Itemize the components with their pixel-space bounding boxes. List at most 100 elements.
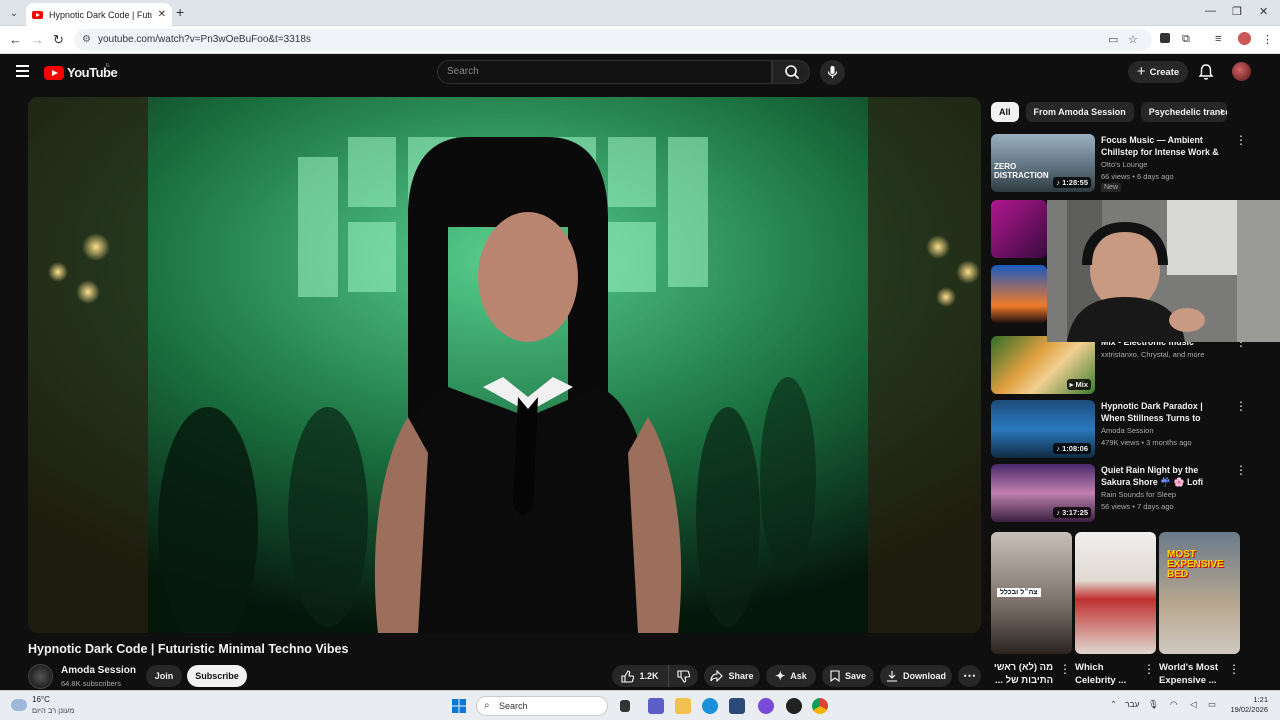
maximize-icon[interactable]: ❐ — [1232, 5, 1242, 18]
forward-icon[interactable]: → — [31, 32, 44, 47]
youtube-header: YouTube IL +Create — [0, 54, 1280, 92]
recommendation-item[interactable]: ZERO DISTRACTION ♪ 1:28:55 Focus Music —… — [991, 134, 1247, 194]
download-label: Download — [903, 671, 946, 681]
window-close-icon[interactable]: ✕ — [1259, 5, 1268, 18]
recommendation-channel: Amoda Session — [1101, 426, 1154, 435]
recommendation-thumbnail: ♪ 3:17:25 — [991, 464, 1095, 522]
short-thumbnail[interactable]: MOST EXPENSIVE BED — [1159, 532, 1240, 654]
edge-icon[interactable] — [702, 698, 718, 714]
file-explorer-icon[interactable] — [675, 698, 691, 714]
extension-icon[interactable] — [1160, 33, 1170, 43]
like-button[interactable]: 1.2K — [612, 665, 668, 687]
ask-button[interactable]: ✦ Ask — [766, 665, 816, 687]
weather-temperature[interactable]: 16°C — [32, 695, 50, 704]
more-options-icon[interactable]: ⋮ — [1059, 663, 1071, 675]
browser-menu-icon[interactable]: ⋮ — [1262, 33, 1273, 46]
more-options-icon[interactable]: ⋮ — [1235, 464, 1247, 476]
omnibox[interactable]: ⚙ youtube.com/watch?v=Pn3wOeBuFoo&t=3318… — [74, 29, 1152, 51]
recommendation-thumbnail: ZERO DISTRACTION ♪ 1:28:55 — [991, 134, 1095, 192]
search-button[interactable] — [772, 60, 810, 84]
filter-chips: All From Amoda Session Psychedelic tranc… — [991, 102, 1227, 122]
site-settings-icon[interactable]: ⚙ — [82, 34, 91, 45]
cast-icon[interactable]: ▭ — [1108, 33, 1118, 46]
battery-icon[interactable]: ▭ — [1208, 699, 1216, 710]
join-label: Join — [154, 671, 174, 681]
chip-from-channel[interactable]: From Amoda Session — [1025, 102, 1134, 122]
extensions-puzzle-icon[interactable]: ⧉ — [1182, 33, 1190, 46]
recommendation-item[interactable]: ♪ 1:08:06 Hypnotic Dark Paradox | When S… — [991, 400, 1247, 460]
chip-psychedelic-trance[interactable]: Psychedelic trance — [1140, 102, 1227, 122]
new-tab-button[interactable]: + — [176, 5, 184, 19]
taskbar-search[interactable]: ⌕ Search — [476, 696, 608, 716]
video-player[interactable] — [28, 97, 981, 633]
profile-avatar-icon[interactable] — [1238, 32, 1251, 45]
language-indicator[interactable]: עבר — [1125, 699, 1140, 709]
messenger-icon[interactable] — [758, 698, 774, 714]
subscribe-button[interactable]: Subscribe — [187, 665, 247, 687]
minimize-icon[interactable]: — — [1205, 5, 1216, 17]
hamburger-menu-icon[interactable] — [16, 65, 29, 77]
duration-badge: ♪ 1:08:06 — [1053, 443, 1091, 454]
recommendation-thumbnail — [991, 265, 1047, 323]
tray-chevron-icon[interactable]: ⌃ — [1110, 699, 1117, 710]
address-bar-row: ← → ↻ ⚙ youtube.com/watch?v=Pn3wOeBuFoo&… — [0, 26, 1280, 54]
speaker-icon[interactable]: ◁ — [1190, 699, 1197, 710]
teams-icon[interactable] — [648, 698, 664, 714]
bookmark-star-icon[interactable]: ☆ — [1128, 33, 1138, 46]
join-button[interactable]: Join — [146, 665, 182, 687]
recommendation-item[interactable]: ▸ Mix Mix - Electronic music xxtristanxo… — [991, 336, 1247, 396]
clock-time: 1:21 — [1253, 695, 1268, 704]
chevron-right-icon[interactable]: › — [1220, 104, 1224, 118]
back-icon[interactable]: ← — [9, 32, 22, 47]
video-title: Hypnotic Dark Code | Futuristic Minimal … — [28, 642, 349, 656]
recommendation-meta: 66 views • 6 days ago — [1101, 172, 1174, 181]
windows-start-icon[interactable] — [452, 699, 466, 713]
reload-icon[interactable]: ↻ — [53, 32, 64, 48]
search-icon — [785, 65, 800, 80]
short-thumbnail[interactable]: צה״ל ובכלל — [991, 532, 1072, 654]
save-button[interactable]: Save — [822, 665, 874, 687]
plus-icon: + — [1136, 63, 1146, 80]
tab-search-chevron-icon[interactable]: ⌄ — [5, 4, 23, 22]
more-options-icon[interactable]: ⋮ — [1235, 134, 1247, 146]
clock[interactable]: 1:21 19/02/2026 — [1226, 695, 1268, 715]
short-thumbnail[interactable] — [1075, 532, 1156, 654]
subscriber-count: 64.8K subscribers — [61, 679, 122, 688]
recommendation-thumbnail — [991, 200, 1047, 258]
more-options-icon[interactable]: ⋮ — [1235, 400, 1247, 412]
dislike-button[interactable] — [668, 665, 698, 687]
weather-cloud-icon[interactable] — [11, 699, 27, 711]
recommendation-item[interactable]: ♪ 3:17:25 Quiet Rain Night by the Sakura… — [991, 464, 1247, 524]
browser-tab[interactable]: Hypnotic Dark Code | Futuristic ✕ — [26, 3, 172, 26]
more-actions-icon[interactable]: ⋯ — [958, 665, 981, 687]
voice-search-button[interactable] — [820, 60, 845, 85]
duration-text: 1:28:55 — [1062, 178, 1088, 187]
save-label: Save — [844, 671, 867, 681]
mix-text: Mix — [1075, 380, 1088, 389]
app-icon[interactable] — [786, 698, 802, 714]
account-avatar[interactable] — [1232, 62, 1251, 81]
download-button[interactable]: Download — [880, 665, 952, 687]
more-options-icon[interactable]: ⋮ — [1143, 663, 1155, 675]
tab-close-icon[interactable]: ✕ — [158, 9, 166, 20]
task-view-icon[interactable] — [620, 700, 630, 712]
short-overlay-text: MOST EXPENSIVE BED — [1167, 549, 1224, 580]
thumbnail-caption: ZERO DISTRACTION — [994, 162, 1049, 180]
media-control-icon[interactable]: ≡ — [1215, 33, 1221, 45]
share-button[interactable]: Share — [704, 665, 760, 687]
wifi-icon[interactable]: ◠ — [1170, 699, 1177, 710]
channel-avatar[interactable] — [28, 664, 53, 689]
thumbs-down-icon — [677, 669, 690, 683]
microphone-tray-icon[interactable]: 🎙 — [1148, 699, 1159, 710]
channel-name[interactable]: Amoda Session — [61, 665, 136, 676]
chrome-icon[interactable] — [812, 698, 828, 714]
search-input[interactable] — [438, 61, 771, 82]
chip-all[interactable]: All — [991, 102, 1019, 122]
create-button[interactable]: + Create — [1128, 61, 1188, 83]
store-icon[interactable] — [729, 698, 745, 714]
more-options-icon[interactable]: ⋮ — [1228, 663, 1240, 675]
taskbar-search-icon: ⌕ — [484, 700, 490, 711]
new-badge: New — [1101, 183, 1122, 192]
notifications-bell-icon[interactable] — [1198, 63, 1214, 81]
duration-badge: ♪ 1:28:55 — [1053, 177, 1091, 188]
